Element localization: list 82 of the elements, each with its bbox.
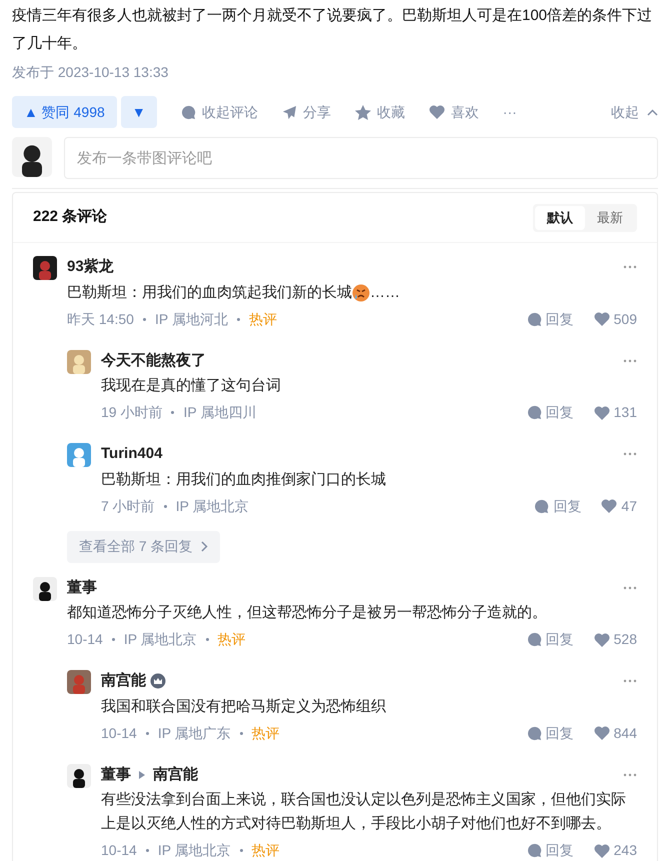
reply-button[interactable]: 回复 bbox=[526, 840, 574, 861]
comment-text-ellipsis: …… bbox=[370, 282, 400, 302]
comment-time: 19 小时前 bbox=[101, 403, 162, 422]
action-button[interactable]: 分享 bbox=[282, 102, 331, 122]
like-button[interactable]: 844 bbox=[594, 722, 637, 744]
heart-icon bbox=[601, 499, 618, 513]
hot-comment-tag: 热评 bbox=[252, 722, 280, 744]
comment-icon bbox=[526, 312, 542, 326]
action-button[interactable]: 收藏 bbox=[354, 102, 405, 122]
reply-button[interactable]: 回复 bbox=[526, 402, 574, 423]
comment-text: 我现在是真的懂了这句台词 bbox=[101, 376, 281, 396]
comment-icon bbox=[526, 632, 542, 647]
more-options-icon[interactable] bbox=[623, 452, 637, 456]
send-icon bbox=[282, 104, 297, 120]
comment-text: 巴勒斯坦：用我们的血肉筑起我们新的长城 bbox=[67, 282, 352, 302]
heart-icon bbox=[594, 312, 610, 326]
heart-icon bbox=[594, 844, 610, 858]
like-button[interactable]: 243 bbox=[594, 840, 637, 861]
reply-button[interactable]: 回复 bbox=[526, 629, 574, 650]
more-options-icon[interactable] bbox=[623, 358, 637, 363]
hot-comment-tag: 热评 bbox=[218, 629, 246, 650]
reply-button[interactable]: 回复 bbox=[526, 722, 574, 744]
more-options-button[interactable]: ··· bbox=[502, 102, 517, 122]
comment-icon bbox=[180, 104, 196, 120]
username[interactable]: Turin404 bbox=[101, 443, 162, 466]
comment-input-field[interactable]: 发布一条带图评论吧 bbox=[64, 137, 658, 179]
heart-icon bbox=[594, 406, 610, 420]
comment-time: 10-14 bbox=[101, 724, 137, 742]
heart-icon bbox=[594, 632, 610, 646]
comment-icon bbox=[526, 405, 542, 420]
caret-icon bbox=[139, 770, 145, 779]
post-text: 疫情三年有很多人也就被封了一两个月就受不了说要疯了。巴勒斯坦人可是在100倍差的条件下过了几十年。 bbox=[12, 6, 654, 54]
comment-time: 7 小时前 bbox=[101, 496, 155, 516]
action-button[interactable]: 喜欢 bbox=[428, 102, 479, 122]
sort-tab[interactable]: 默认 bbox=[535, 206, 585, 230]
ip-location: IP 属地四川 bbox=[183, 403, 256, 422]
heart-icon bbox=[594, 726, 610, 740]
comment-icon bbox=[534, 498, 550, 514]
comment-time: 昨天 14:50 bbox=[67, 310, 134, 328]
more-options-icon[interactable] bbox=[623, 265, 637, 270]
comment-text: 巴勒斯坦：用我们的血肉推倒家门口的长城 bbox=[101, 470, 386, 490]
more-options-icon[interactable] bbox=[623, 586, 637, 590]
comment-count: 222 条评论 bbox=[33, 207, 108, 228]
view-all-replies-button[interactable]: 查看全部 7 条回复 bbox=[67, 530, 220, 562]
username[interactable]: 董事 bbox=[67, 576, 97, 599]
sort-tab[interactable]: 最新 bbox=[585, 206, 635, 230]
comment-time: 10-14 bbox=[67, 630, 103, 649]
action-button[interactable]: 收起评论 bbox=[180, 102, 258, 122]
more-options-icon[interactable] bbox=[623, 772, 637, 777]
comment-icon bbox=[526, 843, 542, 858]
publish-date: 发布于 2023-10-13 13:33 bbox=[12, 63, 170, 82]
comment-text: 我国和联合国没有把哈马斯定义为恐怖组织 bbox=[101, 696, 386, 716]
comment-text: 有些没法拿到台面上来说，联合国也没认定以色列是恐怖主义国家，但他们实际上是以灭绝人性的方式对待巴勒斯坦人，手段比小胡子对他们也好不到哪去。 bbox=[101, 790, 627, 834]
heart-icon bbox=[428, 105, 445, 119]
ip-location: IP 属地北京 bbox=[124, 630, 197, 649]
comment-icon bbox=[526, 726, 542, 740]
chevron-up-icon bbox=[647, 108, 658, 116]
upvote-button[interactable]: ▲ 赞同 4998 bbox=[12, 96, 117, 128]
downvote-button[interactable]: ▼ bbox=[120, 96, 157, 128]
like-button[interactable]: 528 bbox=[594, 629, 637, 650]
reply-target-username[interactable]: 南宫能 bbox=[153, 764, 198, 786]
like-button[interactable]: 47 bbox=[601, 496, 637, 516]
username[interactable]: 93紫龙 bbox=[67, 256, 114, 278]
star-icon bbox=[354, 104, 371, 120]
username[interactable]: 今天不能熬夜了 bbox=[101, 350, 206, 372]
ip-location: IP 属地河北 bbox=[154, 310, 228, 328]
collapse-button[interactable]: 收起 bbox=[611, 102, 658, 122]
ip-location: IP 属地广东 bbox=[158, 724, 231, 742]
ip-location: IP 属地北京 bbox=[158, 841, 231, 860]
comment-time: 10-14 bbox=[101, 841, 137, 860]
like-button[interactable]: 131 bbox=[594, 402, 637, 423]
comment-text: 都知道恐怖分子灭绝人性，但这帮恐怖分子是被另一帮恐怖分子造就的。 bbox=[67, 603, 547, 623]
hot-comment-tag: 热评 bbox=[248, 308, 277, 330]
reply-button[interactable]: 回复 bbox=[534, 496, 582, 516]
like-button[interactable]: 509 bbox=[594, 308, 637, 330]
ip-location: IP 属地北京 bbox=[176, 496, 249, 516]
reply-button[interactable]: 回复 bbox=[526, 308, 574, 330]
more-options-icon[interactable] bbox=[623, 679, 637, 684]
chevron-right-icon bbox=[200, 541, 208, 552]
username[interactable]: 南宫能 bbox=[101, 670, 146, 692]
username[interactable]: 董事 bbox=[101, 764, 131, 786]
hot-comment-tag: 热评 bbox=[252, 840, 280, 861]
